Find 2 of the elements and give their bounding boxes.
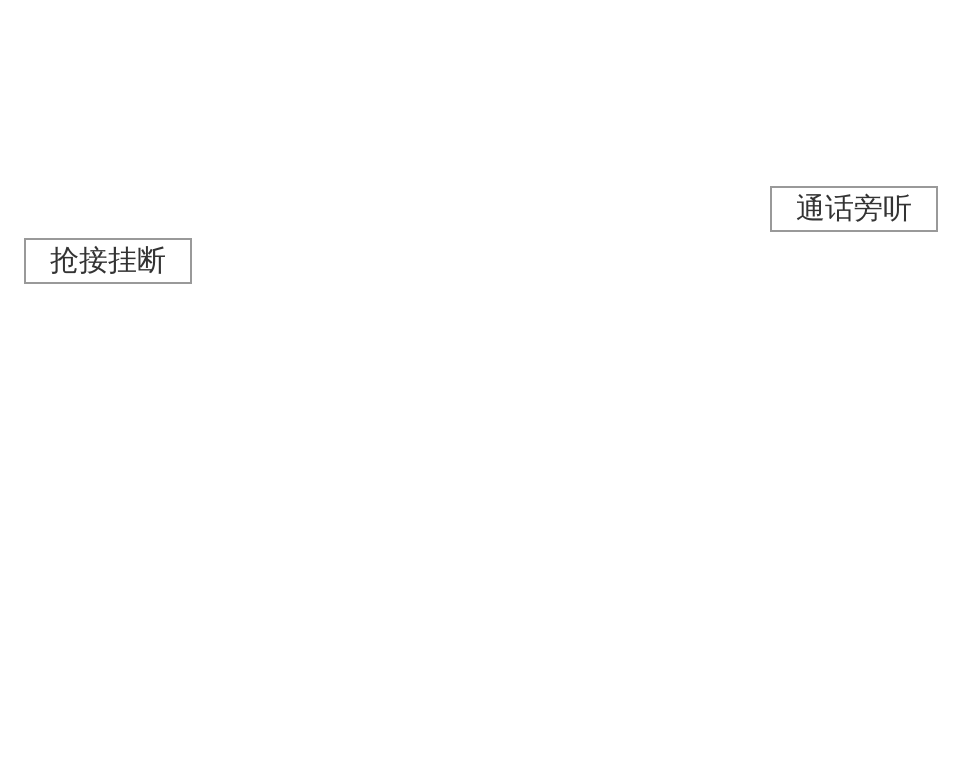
action-button[interactable]: 抢接挂断: [24, 238, 192, 284]
action-button[interactable]: 通话旁听: [770, 186, 938, 232]
